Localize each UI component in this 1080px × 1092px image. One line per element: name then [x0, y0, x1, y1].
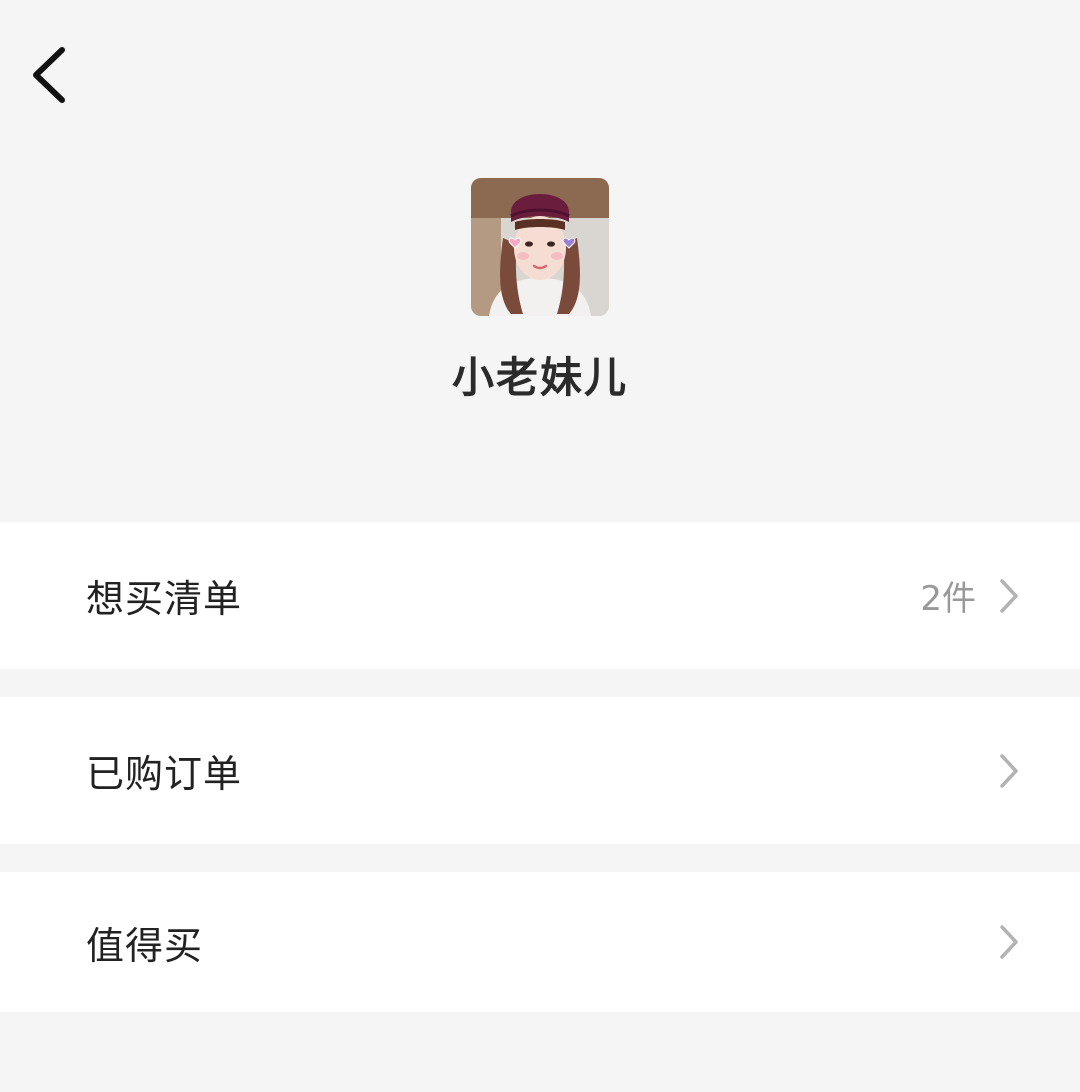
menu-item-right [998, 752, 1020, 790]
menu-item-label: 想买清单 [86, 577, 243, 621]
chevron-right-icon [1000, 578, 1018, 613]
back-button[interactable] [18, 40, 78, 110]
menu-item-right [998, 923, 1020, 961]
menu-item-wishlist[interactable]: 想买清单 2件 [0, 522, 1080, 669]
menu-item-orders[interactable]: 已购订单 [0, 697, 1080, 844]
menu-list: 想买清单 2件 已购订单 值得买 [0, 522, 1080, 1012]
menu-item-count: 2件 [920, 579, 976, 619]
menu-item-worth-buying[interactable]: 值得买 [0, 872, 1080, 1012]
menu-item-label: 值得买 [86, 923, 204, 968]
menu-item-right: 2件 [920, 571, 1020, 620]
chevron-left-icon [33, 47, 65, 103]
profile-header: 小老妹儿 [0, 178, 1080, 408]
avatar-image [471, 178, 609, 316]
profile-name: 小老妹儿 [451, 353, 628, 402]
avatar[interactable] [471, 178, 609, 316]
chevron-right-icon [1000, 925, 1018, 959]
menu-item-label: 已购订单 [86, 752, 243, 796]
chevron-right-icon [1000, 753, 1018, 788]
